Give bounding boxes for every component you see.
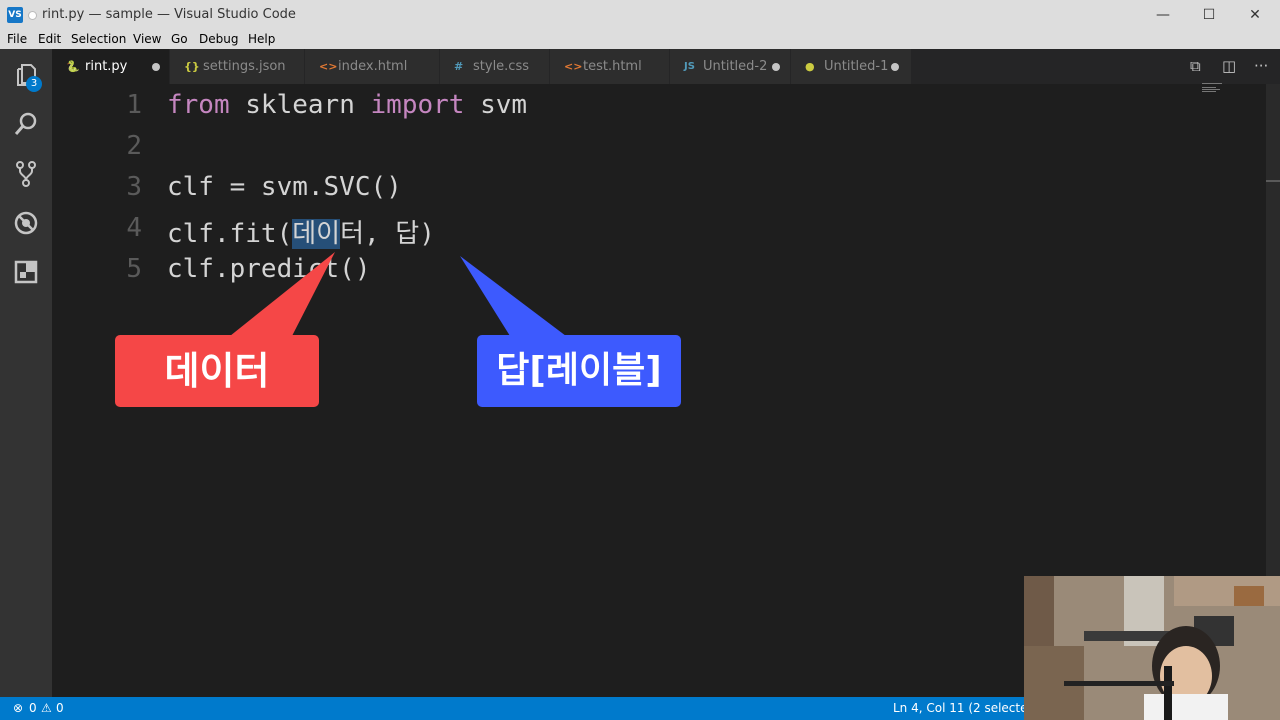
extensions-icon[interactable]	[12, 259, 40, 287]
menu-view[interactable]: View	[133, 32, 161, 46]
error-count[interactable]: 0	[29, 697, 37, 720]
label-callout: 답[레이블]	[477, 335, 681, 407]
python-file-icon: 🐍	[66, 60, 80, 73]
line-number: 5	[126, 254, 142, 284]
menu-selection[interactable]: Selection	[71, 32, 126, 46]
editor-tab-bar: 🐍 rint.py {} settings.json <> index.html…	[52, 49, 1280, 84]
css-file-icon: #	[454, 60, 464, 73]
tab-test-html[interactable]: <> test.html	[550, 49, 670, 84]
warning-icon[interactable]: ⚠	[41, 697, 52, 720]
dirty-dot-icon[interactable]	[152, 63, 160, 71]
window-title: rint.py — sample — Visual Studio Code	[42, 7, 296, 22]
code-line-1[interactable]: from sklearn import svm	[167, 90, 527, 120]
tab-label: index.html	[338, 59, 408, 74]
tab-rint-py[interactable]: 🐍 rint.py	[52, 49, 170, 84]
cursor-position[interactable]: Ln 4, Col 11 (2 selected)	[893, 697, 1040, 720]
activity-bar: 3	[0, 49, 52, 697]
more-actions-icon[interactable]: ···	[1254, 49, 1268, 84]
html-file-icon: <>	[319, 60, 338, 73]
editor-actions: ⧉ ◫ ···	[1186, 49, 1276, 84]
tab-style-css[interactable]: # style.css	[440, 49, 550, 84]
vscode-logo-icon: VS	[7, 7, 23, 23]
line-number: 3	[126, 172, 142, 202]
webcam-overlay	[1024, 576, 1280, 720]
scrollbar-thumb[interactable]	[1266, 180, 1280, 182]
minimize-button[interactable]: —	[1140, 0, 1186, 30]
tab-label: Untitled-1	[824, 59, 889, 74]
warning-count[interactable]: 0	[56, 697, 64, 720]
vertical-scrollbar[interactable]	[1266, 84, 1280, 576]
menu-debug[interactable]: Debug	[199, 32, 238, 46]
keyword-from: from	[167, 90, 230, 120]
tab-untitled-2[interactable]: JS Untitled-2	[670, 49, 791, 84]
open-changes-icon[interactable]: ⧉	[1190, 49, 1201, 84]
tab-index-html[interactable]: <> index.html	[305, 49, 440, 84]
tab-label: test.html	[583, 59, 642, 74]
menu-edit[interactable]: Edit	[38, 32, 61, 46]
dirty-dot-icon[interactable]	[891, 63, 899, 71]
search-icon[interactable]	[12, 111, 40, 139]
dirty-dot-icon[interactable]	[772, 63, 780, 71]
python-file-icon: ●	[805, 60, 815, 73]
source-control-icon[interactable]	[12, 160, 40, 188]
unsaved-indicator-icon	[28, 11, 37, 20]
line-number: 1	[126, 90, 142, 120]
maximize-button[interactable]: ☐	[1186, 0, 1232, 30]
code-line-4[interactable]: clf.fit(데이터, 답)	[167, 213, 435, 250]
code-text: clf.fit(	[167, 219, 293, 249]
line-number: 2	[126, 131, 142, 161]
code-text: 터, 답)	[340, 219, 435, 249]
json-file-icon: {}	[184, 60, 200, 73]
tab-label: rint.py	[85, 59, 128, 74]
menu-go[interactable]: Go	[171, 32, 188, 46]
explorer-badge: 3	[26, 76, 42, 92]
tab-label: style.css	[473, 59, 529, 74]
line-number: 4	[126, 213, 142, 243]
selected-text: 데이	[292, 219, 341, 249]
data-callout: 데이터	[115, 335, 319, 407]
webcam-feed-image	[1024, 576, 1280, 720]
menu-help[interactable]: Help	[248, 32, 275, 46]
minimap[interactable]	[1202, 82, 1228, 96]
tab-untitled-1[interactable]: ● Untitled-1	[791, 49, 912, 84]
error-icon[interactable]: ⊗	[13, 697, 23, 720]
title-bar: VS rint.py — sample — Visual Studio Code…	[0, 0, 1280, 30]
close-button[interactable]: ✕	[1232, 0, 1278, 30]
menu-bar: File Edit Selection View Go Debug Help	[0, 30, 1280, 49]
tab-label: Untitled-2	[703, 59, 768, 74]
code-line-3[interactable]: clf = svm.SVC()	[167, 172, 402, 202]
js-file-icon: JS	[684, 61, 695, 72]
menu-file[interactable]: File	[7, 32, 27, 46]
tab-label: settings.json	[203, 59, 286, 74]
code-text: sklearn	[229, 90, 371, 120]
split-editor-icon[interactable]: ◫	[1222, 49, 1236, 84]
code-line-5[interactable]: clf.predict()	[167, 254, 371, 284]
keyword-import: import	[370, 90, 465, 120]
tab-settings-json[interactable]: {} settings.json	[170, 49, 305, 84]
code-text: svm	[464, 90, 528, 120]
html-file-icon: <>	[564, 60, 583, 73]
debug-icon[interactable]	[12, 210, 40, 238]
